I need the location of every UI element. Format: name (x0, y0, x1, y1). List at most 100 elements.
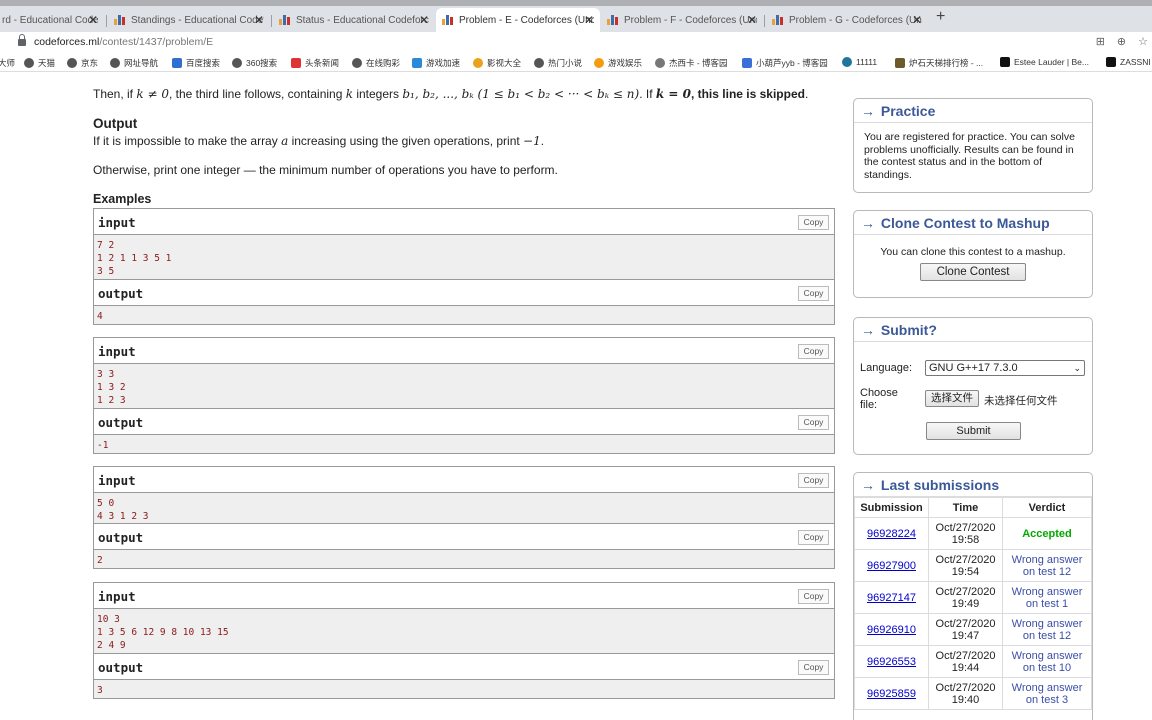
output-label: output (98, 286, 144, 301)
submission-link[interactable]: 96927900 (867, 560, 916, 572)
close-icon[interactable]: ✕ (584, 13, 594, 27)
tab-problem-e[interactable]: Problem - E - Codeforces (Unc ✕ (436, 8, 600, 32)
example-output: output Copy -1 (93, 408, 835, 454)
bookmark-item[interactable]: ZASSNI (1106, 57, 1151, 67)
bookmark-item[interactable]: 小葫芦yyb - 博客园 (742, 57, 828, 69)
tab-title: Problem - F - Codeforces (Unc (624, 14, 757, 26)
bookmark-item[interactable]: 京东 (67, 57, 98, 69)
date: Oct/27/2020 (935, 553, 996, 566)
language-label: Language: (860, 362, 912, 374)
bookmark-item[interactable]: 天猫 (24, 57, 55, 69)
bookmark-item[interactable]: 游戏娱乐 (594, 57, 642, 69)
bookmark-item[interactable]: 头条新闻 (291, 57, 339, 69)
input-text: 10 3 1 3 5 6 12 9 8 10 13 15 2 4 9 (94, 609, 834, 653)
practice-text: You are registered for practice. You can… (864, 131, 1075, 181)
bookmark-item[interactable]: 大师 (0, 57, 15, 69)
bookmark-item[interactable]: 百度搜索 (172, 57, 220, 69)
example-output: output Copy 2 (93, 523, 835, 569)
translate-icon[interactable]: ⊞ (1096, 35, 1105, 48)
close-icon[interactable]: ✕ (88, 13, 98, 27)
bookmark-label: ZASSNI (1120, 57, 1151, 67)
bookmark-item[interactable]: 热门小说 (534, 57, 582, 69)
zoom-icon[interactable]: ⊕ (1117, 35, 1126, 48)
text: Then, if (93, 87, 137, 101)
close-icon[interactable]: ✕ (747, 13, 757, 27)
tab-problem-f[interactable]: Problem - F - Codeforces (Unc ✕ (601, 8, 763, 32)
bookmark-item[interactable]: 360搜索 (232, 57, 277, 69)
copy-button[interactable]: Copy (798, 530, 829, 545)
tab-title: Problem - G - Codeforces (Unc (789, 14, 922, 26)
address-bar-actions: ⊞ ⊕ ☆ (1096, 35, 1148, 48)
output-paragraph-1: If it is impossible to make the array a … (93, 134, 544, 148)
input-label: input (98, 215, 136, 230)
time: 19:40 (951, 693, 980, 706)
submission-link[interactable]: 96927147 (867, 592, 916, 604)
bookmark-item[interactable]: 游戏加速 (412, 57, 460, 69)
news-icon (291, 58, 301, 68)
choose-file-button[interactable]: 选择文件 (925, 390, 979, 407)
output-text: 2 (94, 550, 834, 568)
box-title-text: Last submissions (880, 477, 1000, 493)
date: Oct/27/2020 (935, 649, 996, 662)
zassni-icon (1106, 57, 1116, 67)
input-label: input (98, 589, 136, 604)
tab-title: Standings - Educational Codef (131, 14, 264, 26)
verdict-text: Wrong answer (1011, 649, 1083, 662)
bookmark-label: 游戏娱乐 (608, 58, 643, 68)
bookmark-item[interactable]: 影视大全 (473, 57, 521, 69)
submit-button[interactable]: Submit (926, 422, 1021, 440)
copy-button[interactable]: Copy (798, 215, 829, 230)
bookmark-star-icon[interactable]: ☆ (1138, 35, 1148, 48)
copy-button[interactable]: Copy (798, 473, 829, 488)
close-icon[interactable]: ✕ (419, 13, 429, 27)
output-text: 4 (94, 306, 834, 324)
math: b₁, b₂, ..., bₖ (1 ≤ b₁ < b₂ < ··· < bₖ … (402, 87, 640, 101)
bookmark-label: 360搜索 (246, 58, 278, 68)
verdict-test: on test 3 (1025, 693, 1069, 706)
tab-standings[interactable]: Standings - Educational Codef ✕ (108, 8, 270, 32)
address-bar[interactable]: codeforces.ml/contest/1437/problem/E ⊞ ⊕… (0, 32, 1152, 54)
close-icon[interactable]: ✕ (912, 13, 922, 27)
submission-time: Oct/27/2020 19:54 (928, 549, 1003, 582)
bookmark-item[interactable]: Estee Lauder | Be... (1000, 57, 1089, 67)
codeforces-favicon-icon (607, 15, 618, 25)
math: k ≠ 0 (136, 87, 169, 101)
new-tab-icon[interactable]: + (936, 8, 945, 26)
output-text: 3 (94, 680, 834, 698)
wordpress-icon (842, 57, 852, 67)
copy-button[interactable]: Copy (798, 286, 829, 301)
clone-contest-button[interactable]: Clone Contest (920, 262, 1026, 281)
bookmark-item[interactable]: 网址导航 (110, 57, 158, 69)
verdict: Wrong answer on test 12 (1002, 613, 1092, 646)
tab-status[interactable]: Status - Educational Codeforc ✕ (273, 8, 435, 32)
bookmark-item[interactable]: 11111 (842, 57, 877, 67)
language-select[interactable]: GNU G++17 7.3.0 ⌄ (925, 360, 1085, 376)
submission-link[interactable]: 96926910 (867, 624, 916, 636)
submission-link[interactable]: 96928224 (867, 528, 916, 540)
bookmark-label: 大师 (0, 58, 16, 68)
submission-link[interactable]: 96925859 (867, 688, 916, 700)
submission-link[interactable]: 96926553 (867, 656, 916, 668)
bookmark-item[interactable]: 炉石天梯排行榜 - ... (895, 57, 983, 69)
close-icon[interactable]: ✕ (254, 13, 264, 27)
box-title-text: Practice (880, 103, 936, 119)
copy-button[interactable]: Copy (798, 415, 829, 430)
box-title-text: Clone Contest to Mashup (880, 215, 1050, 231)
time: 19:58 (951, 533, 980, 546)
tab-problem-g[interactable]: Problem - G - Codeforces (Unc ✕ (766, 8, 928, 32)
hearthstone-icon (895, 58, 905, 68)
chevron-down-icon: ⌄ (1073, 363, 1081, 373)
tab-educational-code[interactable]: rd - Educational Code ✕ (0, 8, 104, 32)
math: −1 (523, 134, 541, 148)
bookmark-item[interactable]: 杰西卡 - 博客园 (655, 57, 728, 69)
copy-button[interactable]: Copy (798, 344, 829, 359)
url-text[interactable]: codeforces.ml/contest/1437/problem/E (34, 36, 213, 48)
copy-button[interactable]: Copy (798, 660, 829, 675)
copy-button[interactable]: Copy (798, 589, 829, 604)
verdict-test: on test 12 (1022, 629, 1072, 642)
arrow-right-icon: → (861, 477, 875, 493)
input-paragraph-k-line: Then, if k ≠ 0, the third line follows, … (93, 87, 808, 101)
bookmark-item[interactable]: 在线购彩 (352, 57, 400, 69)
bookmark-label: 影视大全 (487, 58, 522, 68)
bookmark-label: 头条新闻 (305, 58, 340, 68)
